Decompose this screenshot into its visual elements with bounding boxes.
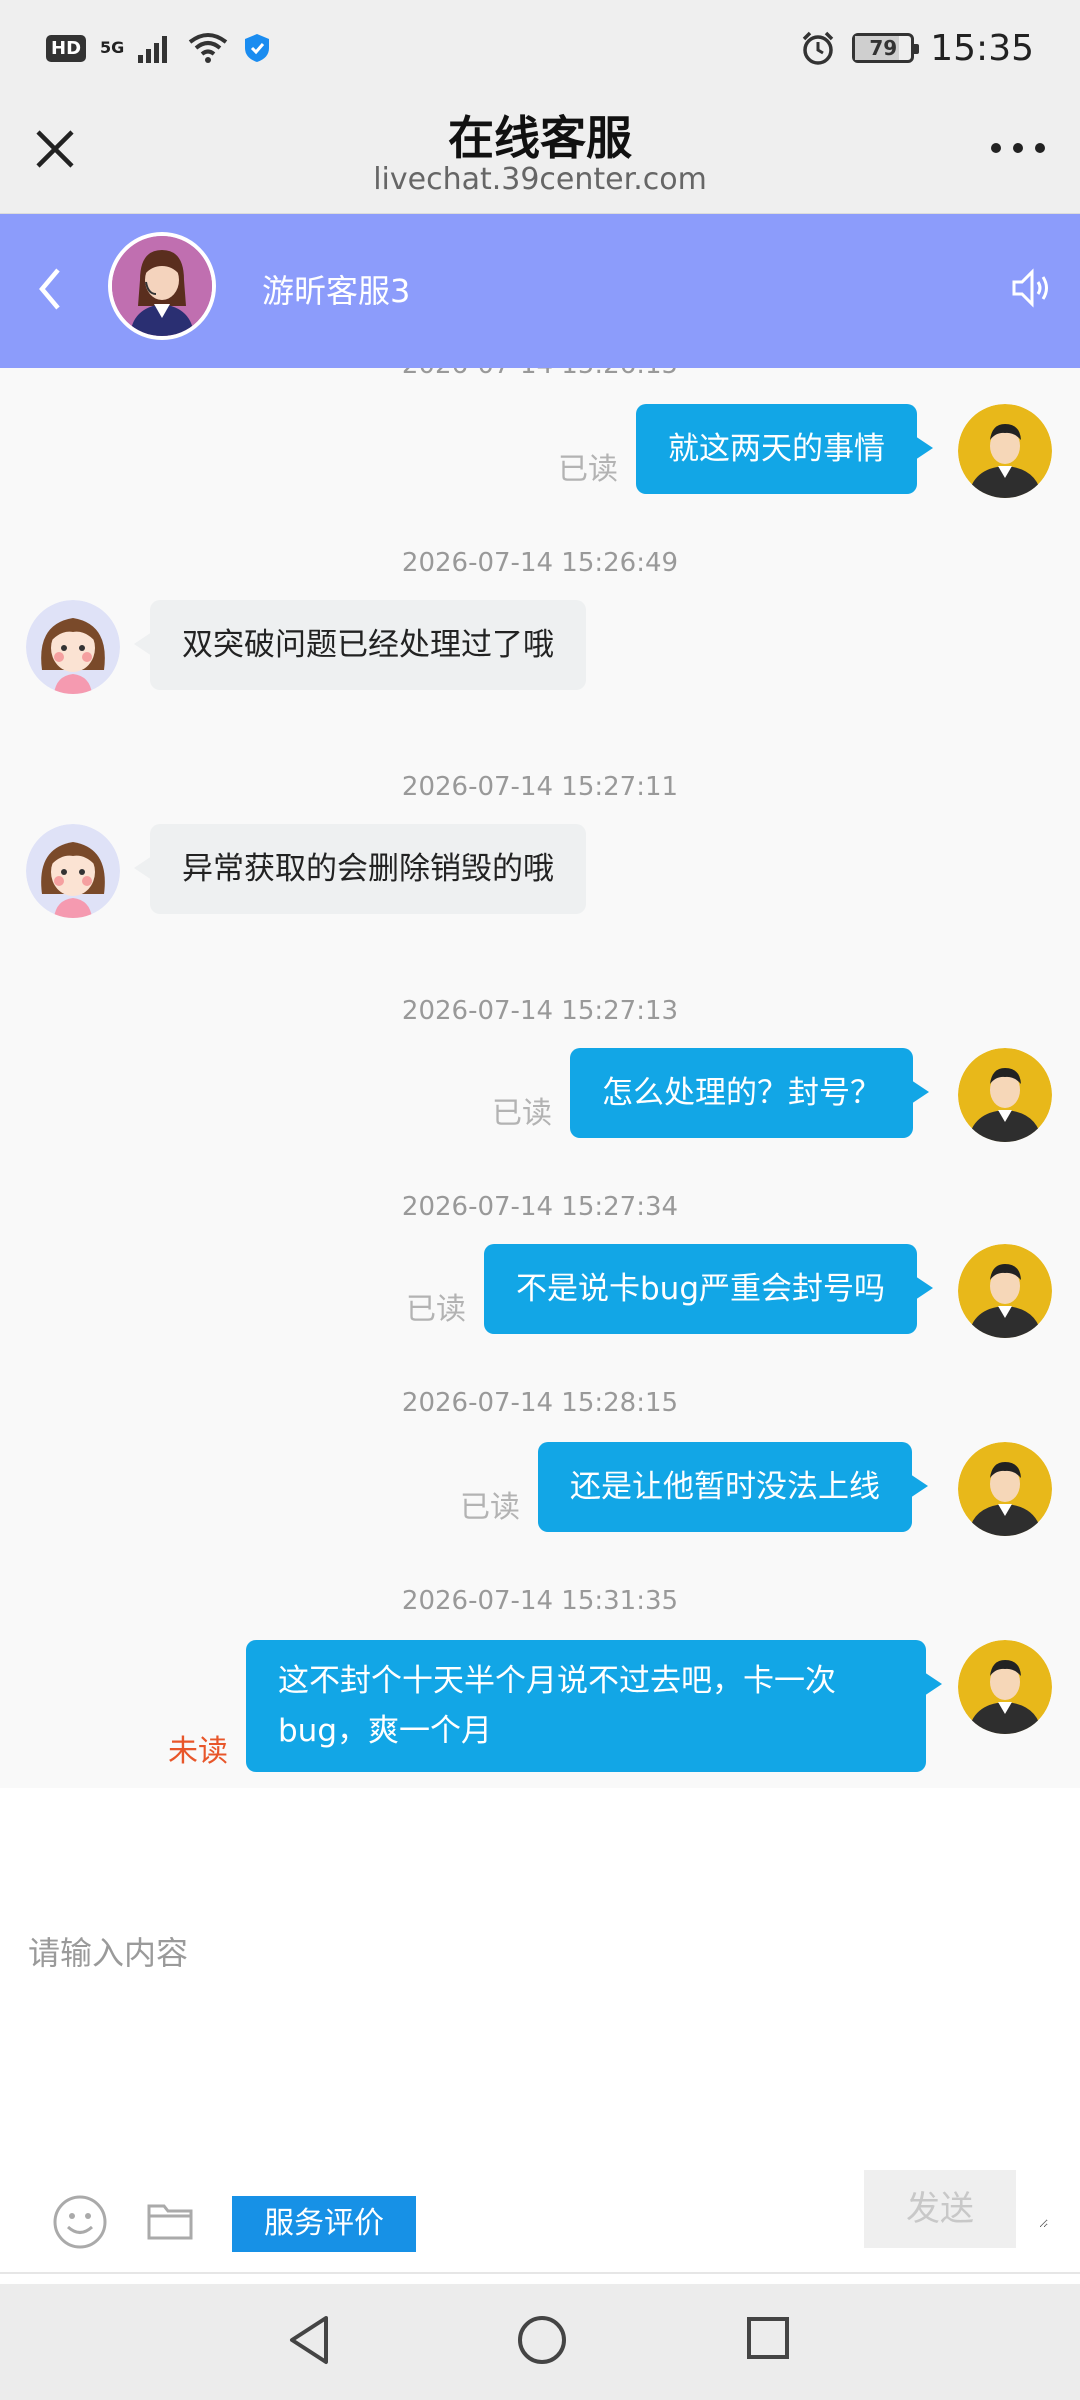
- nav-home-icon[interactable]: [516, 2314, 568, 2366]
- agent-message-avatar: [26, 600, 120, 694]
- speaker-icon[interactable]: [1010, 266, 1054, 310]
- user-avatar: [958, 1048, 1052, 1142]
- status-bar: HD 5G 79 15:35: [0, 0, 1080, 96]
- status-right: 79 15:35: [800, 28, 1034, 69]
- service-rating-button[interactable]: 服务评价: [232, 2196, 416, 2252]
- read-status: 已读: [406, 1292, 466, 1327]
- agent-message-bubble[interactable]: 双突破问题已经处理过了哦: [134, 600, 586, 690]
- user-avatar: [958, 1244, 1052, 1338]
- nav-recent-icon[interactable]: [746, 2316, 790, 2360]
- hd-indicator: HD: [46, 34, 87, 62]
- agent-header: 游昕客服3: [0, 214, 1080, 368]
- network-type: 5G: [100, 38, 125, 57]
- input-area: 服务评价 发送: [0, 1788, 1080, 2274]
- more-icon[interactable]: [990, 136, 1046, 160]
- agent-name: 游昕客服3: [262, 272, 411, 310]
- message-timestamp: 2026-07-14 15:27:13: [401, 996, 679, 1026]
- emoji-icon[interactable]: [52, 2194, 108, 2250]
- folder-icon[interactable]: [146, 2198, 194, 2242]
- read-status: 已读: [460, 1490, 520, 1525]
- read-status: 已读: [492, 1096, 552, 1131]
- wifi-icon: [189, 33, 228, 63]
- battery-level: 79: [869, 36, 898, 60]
- unread-status: 未读: [168, 1734, 228, 1769]
- message-timestamp: 2026-07-14 15:26:15: [0, 368, 1080, 380]
- agent-message-bubble[interactable]: 异常获取的会删除销毁的哦: [134, 824, 586, 914]
- agent-avatar: [108, 232, 216, 340]
- message-timestamp: 2026-07-14 15:26:49: [401, 548, 679, 578]
- user-message-bubble[interactable]: 怎么处理的？封号？: [570, 1048, 929, 1138]
- user-avatar: [958, 1442, 1052, 1536]
- message-timestamp: 2026-07-14 15:27:34: [401, 1192, 679, 1222]
- back-icon[interactable]: [34, 264, 64, 314]
- nav-back-icon[interactable]: [284, 2312, 334, 2368]
- user-message-bubble[interactable]: 就这两天的事情: [636, 404, 933, 494]
- signal-icon: [138, 36, 168, 63]
- status-left: HD 5G: [46, 32, 272, 64]
- message-timestamp: 2026-07-14 15:31:35: [401, 1586, 679, 1616]
- agent-message-avatar: [26, 824, 120, 918]
- page-url: livechat.39center.com: [373, 162, 707, 197]
- user-avatar: [958, 404, 1052, 498]
- user-avatar: [958, 1640, 1052, 1734]
- user-message-bubble[interactable]: 还是让他暂时没法上线: [538, 1442, 928, 1532]
- alarm-icon: [803, 31, 834, 65]
- system-nav-bar: [0, 2284, 1080, 2400]
- clock: 15:35: [930, 27, 1034, 69]
- title-bar: 在线客服 livechat.39center.com: [0, 96, 1080, 214]
- message-timestamp: 2026-07-14 15:27:11: [401, 772, 679, 802]
- message-line: bug，爽一个月: [278, 1713, 493, 1749]
- page-title: 在线客服: [448, 111, 632, 165]
- chat-area[interactable]: 2026-07-14 15:26:15 已读 就这两天的事情 2026-07-1…: [0, 368, 1080, 1788]
- message-timestamp: 2026-07-14 15:28:15: [401, 1388, 679, 1418]
- user-message-bubble[interactable]: 不是说卡bug严重会封号吗: [484, 1244, 934, 1334]
- send-button[interactable]: 发送: [864, 2170, 1016, 2248]
- user-message-bubble[interactable]: 这不封个十天半个月说不过去吧，卡一次 bug，爽一个月: [246, 1640, 942, 1772]
- battery-indicator: 79: [852, 33, 920, 63]
- shield-icon: [245, 34, 270, 62]
- message-line: 这不封个十天半个月说不过去吧，卡一次: [278, 1663, 836, 1699]
- read-status: 已读: [558, 452, 618, 487]
